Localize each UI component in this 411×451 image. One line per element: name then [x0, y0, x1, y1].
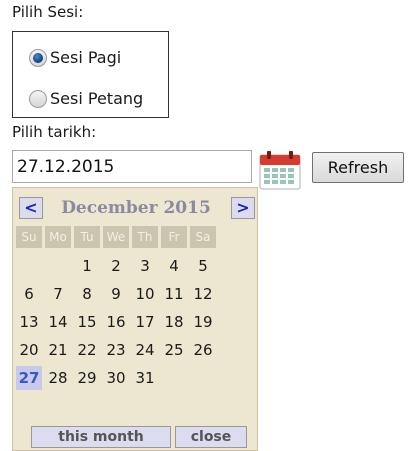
- radio-option-sesi-petang[interactable]: Sesi Petang: [29, 89, 143, 108]
- day-cell[interactable]: 7: [45, 280, 71, 308]
- day-cell[interactable]: 4: [161, 252, 187, 280]
- day-cell[interactable]: 13: [16, 308, 42, 336]
- day-cell[interactable]: 10: [132, 280, 158, 308]
- session-radio-group: Sesi Pagi Sesi Petang: [12, 31, 169, 118]
- day-cell[interactable]: 14: [45, 308, 71, 336]
- calendar-popup: < December 2015 > Su Mo Tu We Th Fr Sa 1234567…: [12, 187, 258, 451]
- day-cell[interactable]: 9: [103, 280, 129, 308]
- day-cell[interactable]: 2: [103, 252, 129, 280]
- close-button[interactable]: close: [175, 426, 247, 448]
- day-cell[interactable]: 31: [132, 364, 158, 392]
- day-cell[interactable]: 25: [161, 336, 187, 364]
- day-cell[interactable]: 28: [45, 364, 71, 392]
- weekday-header: Su Mo Tu We Th Fr Sa: [16, 226, 219, 248]
- empty-day-cell: [190, 364, 216, 392]
- radio-checked-icon[interactable]: [29, 48, 47, 67]
- week-row: 6 7 8 9 10 11 12: [16, 280, 219, 308]
- radio-option-sesi-pagi[interactable]: Sesi Pagi: [29, 48, 121, 67]
- day-cell[interactable]: 21: [45, 336, 71, 364]
- day-cell[interactable]: 18: [161, 308, 187, 336]
- week-row: 13 14 15 16 17 18 19: [16, 308, 219, 336]
- day-cell[interactable]: 20: [16, 336, 42, 364]
- week-row: 20 21 22 23 24 25 26: [16, 336, 219, 364]
- weekday-label: We: [103, 226, 129, 248]
- weekday-label: Th: [132, 226, 158, 248]
- weekday-label: Su: [16, 226, 42, 248]
- date-input[interactable]: [12, 150, 252, 183]
- week-row: 12345: [16, 252, 219, 280]
- day-cell[interactable]: 17: [132, 308, 158, 336]
- day-cell[interactable]: 11: [161, 280, 187, 308]
- this-month-button[interactable]: this month: [31, 426, 171, 448]
- radio-unchecked-icon[interactable]: [29, 89, 47, 108]
- day-cell[interactable]: 27: [16, 366, 42, 390]
- empty-day-cell: [45, 252, 71, 280]
- day-cell[interactable]: 24: [132, 336, 158, 364]
- day-cell[interactable]: 19: [190, 308, 216, 336]
- day-cell[interactable]: 23: [103, 336, 129, 364]
- prev-month-button[interactable]: <: [19, 197, 43, 219]
- calendar-icon[interactable]: [258, 150, 302, 190]
- day-cell[interactable]: 6: [16, 280, 42, 308]
- session-label: Pilih Sesi:: [12, 3, 84, 21]
- day-cell[interactable]: 8: [74, 280, 100, 308]
- day-cell[interactable]: 29: [74, 364, 100, 392]
- day-cell[interactable]: 12: [190, 280, 216, 308]
- day-grid: 1 2 3 4 5 6 7 8 9 10 11 12 13 14 15 16 17 18 19 20 21 22 23 24 2…: [16, 252, 219, 392]
- day-cell[interactable]: 3: [132, 252, 158, 280]
- weekday-label: Fr: [161, 226, 187, 248]
- day-cell[interactable]: 26: [190, 336, 216, 364]
- empty-day-cell: [16, 252, 42, 280]
- week-row: 27 28 29 30 31: [16, 364, 219, 392]
- month-title: December 2015: [61, 198, 211, 218]
- day-cell[interactable]: 5: [190, 252, 216, 280]
- weekday-label: Mo: [45, 226, 71, 248]
- calendar-header: < December 2015 >: [13, 195, 257, 221]
- weekday-label: Tu: [74, 226, 100, 248]
- radio-label[interactable]: Sesi Petang: [50, 89, 143, 108]
- day-cell[interactable]: 15: [74, 308, 100, 336]
- radio-label[interactable]: Sesi Pagi: [50, 48, 121, 67]
- empty-day-cell: [161, 364, 187, 392]
- day-cell[interactable]: 1: [74, 252, 100, 280]
- day-cell[interactable]: 22: [74, 336, 100, 364]
- refresh-button[interactable]: Refresh: [312, 152, 404, 183]
- day-cell[interactable]: 30: [103, 364, 129, 392]
- date-label: Pilih tarikh:: [12, 123, 97, 141]
- weekday-label: Sa: [190, 226, 216, 248]
- day-cell[interactable]: 16: [103, 308, 129, 336]
- next-month-button[interactable]: >: [231, 197, 255, 219]
